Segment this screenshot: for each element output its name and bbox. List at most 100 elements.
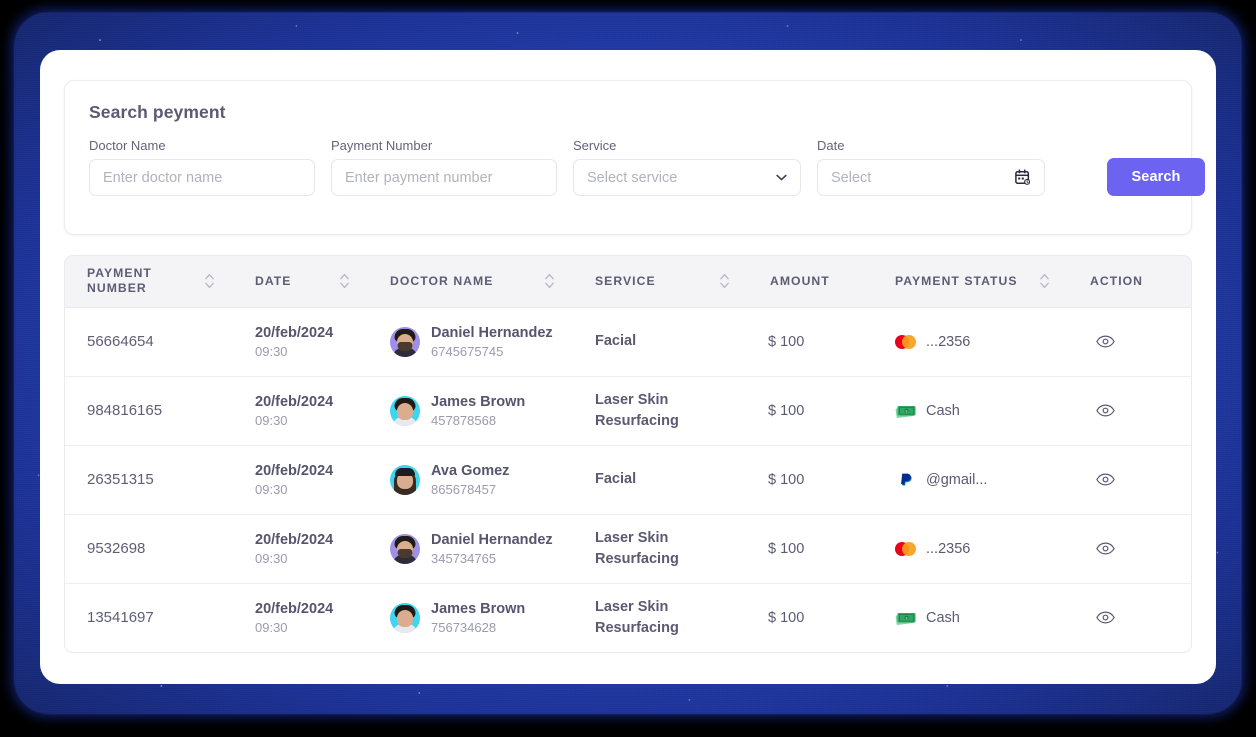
cell-doctor-name: James Brown 756734628 [368, 583, 573, 652]
amount-value: $ 100 [768, 471, 805, 488]
doctor-name-value: Daniel Hernandez [431, 532, 553, 549]
view-payment-button[interactable] [1092, 467, 1118, 493]
mastercard-icon [895, 334, 917, 350]
table-row[interactable]: 9532698 20/feb/2024 09:30 Daniel Hernandez 3… [65, 514, 1191, 584]
cell-service: Facial [573, 445, 748, 515]
view-payment-button[interactable] [1092, 536, 1118, 562]
column-label-payment-number: PAYMENT NUMBER [87, 266, 152, 296]
view-payment-button[interactable] [1092, 605, 1118, 631]
search-payment-card: Search peyment Doctor Name Payment Numbe… [64, 80, 1205, 235]
eye-icon [1095, 611, 1115, 624]
chevron-down-icon [776, 174, 787, 181]
time-value: 09:30 [255, 482, 288, 498]
avatar-ava-gomez [390, 464, 420, 495]
table-row[interactable]: 13541697 20/feb/2024 09:30 James Brown 75673… [65, 583, 1191, 652]
service-select[interactable]: Select service [573, 159, 801, 196]
payment-number-value: 9532698 [87, 540, 146, 557]
cell-date: 20/feb/2024 09:30 [233, 514, 368, 584]
cell-payment-status: ...2356 [873, 514, 1068, 584]
sort-icon[interactable] [719, 271, 730, 291]
search-button[interactable]: Search [1107, 158, 1205, 196]
column-header-amount: AMOUNT [748, 256, 873, 308]
table-row[interactable]: 26351315 20/feb/2024 09:30 Ava Gomez 8656784… [65, 445, 1191, 515]
eye-icon [1095, 473, 1115, 486]
doctor-name-value: James Brown [431, 394, 526, 411]
amount-value: $ 100 [768, 609, 805, 626]
doctor-name-value: Daniel Hernandez [431, 325, 553, 342]
cash-icon: $ [895, 610, 917, 626]
svg-text:$: $ [906, 409, 908, 413]
column-header-doctor-name[interactable]: DOCTOR NAME [368, 256, 573, 308]
view-payment-button[interactable] [1092, 329, 1118, 355]
doctor-id-value: 457878568 [431, 412, 497, 428]
payment-number-value: 984816165 [87, 402, 163, 419]
avatar-james-brown [390, 395, 420, 426]
payment-status-value: ...2356 [926, 540, 971, 557]
payment-number-value: 13541697 [87, 609, 154, 627]
cell-amount: $ 100 [748, 376, 873, 446]
cell-payment-status: $ Cash [873, 376, 1068, 446]
payment-number-value: 56664654 [87, 333, 154, 350]
sort-icon[interactable] [204, 271, 215, 291]
doctor-id-value: 345734765 [431, 550, 497, 566]
doctor-name-field-group: Doctor Name [89, 138, 315, 196]
date-picker-input[interactable]: Select [817, 159, 1045, 196]
cell-doctor-name: Ava Gomez 865678457 [368, 445, 573, 515]
cell-action [1068, 583, 1191, 652]
avatar-daniel-hernandez [390, 326, 420, 357]
table-row[interactable]: 984816165 20/feb/2024 09:30 James Brown 4578… [65, 376, 1191, 446]
date-field-group: Date Select [817, 138, 1045, 196]
doctor-id-value: 6745675745 [431, 343, 504, 359]
payment-number-label: Payment Number [331, 138, 433, 153]
cell-action [1068, 514, 1191, 584]
paypal-icon [895, 472, 917, 488]
amount-value: $ 100 [768, 540, 805, 557]
payment-number-value: 26351315 [87, 471, 154, 488]
cell-service: Facial [573, 307, 748, 377]
cell-doctor-name: Daniel Hernandez 6745675745 [368, 307, 573, 377]
service-select-value: Select service [587, 169, 678, 186]
payments-table: PAYMENT NUMBER DATE DOCTOR NAME SERVICE … [65, 256, 1191, 652]
column-label-action: ACTION [1090, 273, 1144, 288]
payment-status-value: ...2356 [926, 333, 971, 350]
cell-date: 20/feb/2024 09:30 [233, 583, 368, 652]
column-header-service[interactable]: SERVICE [573, 256, 748, 308]
mastercard-icon [895, 541, 917, 557]
doctor-name-label: Doctor Name [89, 138, 166, 153]
time-value: 09:30 [255, 551, 288, 567]
page-panel: Search peyment Doctor Name Payment Numbe… [40, 50, 1216, 684]
cash-icon: $ [895, 403, 917, 419]
time-value: 09:30 [255, 344, 288, 360]
table-header: PAYMENT NUMBER DATE DOCTOR NAME SERVICE … [65, 256, 1191, 308]
table-body: 56664654 20/feb/2024 09:30 Daniel Hernandez… [65, 307, 1191, 652]
column-header-payment-number[interactable]: PAYMENT NUMBER [65, 256, 233, 308]
column-header-payment-status[interactable]: PAYMENT STATUS [873, 256, 1068, 308]
date-value: 20/feb/2024 [255, 462, 334, 479]
column-label-date: DATE [255, 273, 292, 288]
service-value: Laser Skin Resurfacing [595, 599, 679, 636]
cell-date: 20/feb/2024 09:30 [233, 376, 368, 446]
cell-payment-number: 9532698 [65, 514, 233, 584]
svg-text:$: $ [906, 616, 908, 620]
cell-amount: $ 100 [748, 514, 873, 584]
column-label-doctor-name: DOCTOR NAME [390, 273, 494, 288]
doctor-name-input[interactable] [89, 159, 315, 196]
date-value: 20/feb/2024 [255, 601, 334, 618]
view-payment-button[interactable] [1092, 398, 1118, 424]
column-header-date[interactable]: DATE [233, 256, 368, 308]
cell-payment-number: 26351315 [65, 445, 233, 515]
service-value: Laser Skin Resurfacing [595, 529, 679, 567]
service-value: Facial [595, 333, 637, 350]
sort-icon[interactable] [544, 271, 555, 291]
avatar-james-brown [390, 602, 420, 633]
doctor-name-value: James Brown [431, 601, 526, 618]
sort-icon[interactable] [1039, 271, 1050, 291]
payment-status-value: @gmail... [926, 471, 988, 488]
cell-payment-number: 984816165 [65, 376, 233, 446]
payment-number-input[interactable] [331, 159, 557, 196]
eye-icon [1095, 404, 1115, 417]
sort-icon[interactable] [339, 271, 350, 291]
table-row[interactable]: 56664654 20/feb/2024 09:30 Daniel Hernandez… [65, 307, 1191, 377]
cell-service: Laser Skin Resurfacing [573, 376, 748, 446]
cell-payment-number: 13541697 [65, 583, 233, 652]
